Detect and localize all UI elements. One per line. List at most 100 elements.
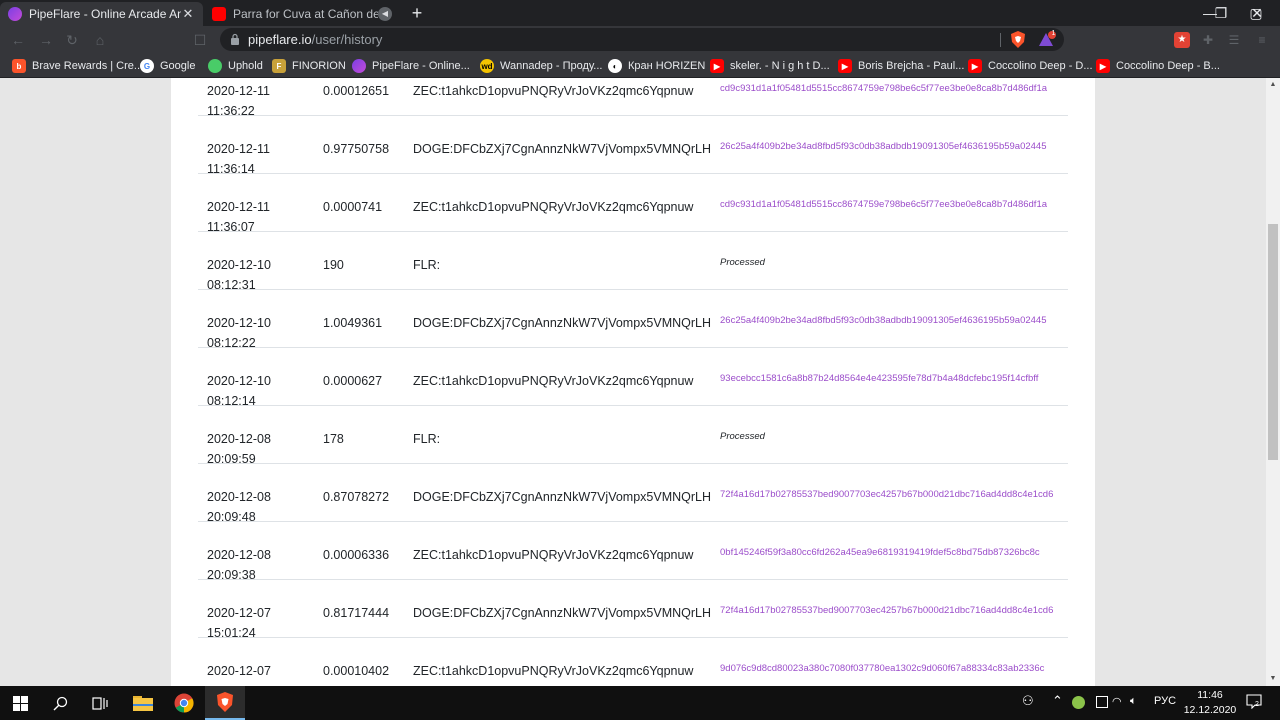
notifications-button[interactable]: 2 [1246, 693, 1264, 711]
history-date: 2020-12-10 [207, 374, 271, 388]
extensions-puzzle-icon[interactable]: ✚ [1200, 32, 1216, 48]
pipeflare-icon [8, 7, 22, 21]
history-txid-link[interactable]: 26c25a4f409b2be34ad8fbd5f93c0db38adbdb19… [720, 314, 1047, 328]
history-address: ZEC:t1ahkcD1opvuPNQRyVrJoVKz2qmc6Yqpnuw [413, 84, 694, 98]
history-row: 2020-12-10 08:12:14 0.0000627 ZEC:t1ahkcD1o… [198, 348, 1068, 408]
brave-lion-icon [217, 692, 233, 712]
history-table: 2020-12-11 11:36:22 0.00012651 ZEC:t1ahkcD1… [198, 78, 1068, 686]
show-hidden-icons-chevron-icon[interactable]: ⌃ [1052, 693, 1063, 709]
bookmarks-bar: b Brave Rewards | Cre... G Google Uphold… [0, 54, 1280, 78]
bookmark-label: Coccolino Deep - D... [988, 60, 1093, 72]
history-address: FLR: [413, 432, 441, 446]
youtube-icon: ▶ [838, 59, 852, 73]
address-bar[interactable]: pipeflare.io/user/history 1 [220, 28, 1064, 51]
history-txid-link[interactable]: 26c25a4f409b2be34ad8fbd5f93c0db38adbdb19… [720, 140, 1047, 154]
brave-lion-icon: b [12, 59, 26, 73]
history-txid-link[interactable]: 0bf145246f59f3a80cc6fd262a45ea9e68193194… [720, 546, 1040, 560]
new-tab-button[interactable]: + [406, 3, 428, 23]
history-datetime: 2020-12-11 11:36:22 [207, 81, 270, 121]
bookmark-youtube-skeler[interactable]: ▶ skeler. - N i g h t D... [710, 58, 830, 74]
bookmark-google[interactable]: G Google [140, 58, 195, 74]
tab-pipeflare[interactable]: PipeFlare - Online Arcade And Ga ✕ [0, 2, 203, 26]
history-amount: 0.87078272 [323, 490, 390, 504]
taskbar-clock[interactable]: 11:46 12.12.2020 [1180, 688, 1240, 718]
history-address: ZEC:t1ahkcD1opvuPNQRyVrJoVKz2qmc6Yqpnuw [413, 374, 694, 388]
mute-tab-icon[interactable]: ◀ [378, 7, 392, 21]
people-icon[interactable]: ⚇ [1022, 693, 1034, 709]
forward-button[interactable]: → [36, 30, 56, 50]
history-txid-link[interactable]: 72f4a16d17b02785537bed9007703ec4257b67b0… [720, 604, 1053, 618]
scroll-up-arrow-icon[interactable]: ▲ [1266, 78, 1280, 92]
speaker-icon[interactable]: 🔈︎ [1130, 695, 1137, 708]
history-txid-link[interactable]: cd9c931d1a1f05481d5515cc8674759e798be6c5… [720, 82, 1047, 96]
history-address: DOGE:DFCbZXj7CgnAnnzNkW7VjVompx5VMNQrLH [413, 142, 711, 156]
history-row: 2020-12-0715:01:13 0.00010402 ZEC:t1ahkcD1… [198, 638, 1068, 686]
history-datetime: 2020-12-08 20:09:38 [207, 545, 271, 585]
taskbar-file-explorer[interactable] [123, 686, 163, 720]
tab-youtube[interactable]: Parra for Cuva at Cañon del Sumid ◀ [204, 2, 400, 26]
bookmark-label: Uphold [228, 60, 263, 72]
chrome-icon [174, 693, 194, 713]
bookmark-page-button[interactable]: ☐ [190, 30, 210, 50]
bookmark-youtube-boris[interactable]: ▶ Boris Brejcha - Paul... [838, 58, 964, 74]
bookmark-label: Google [160, 60, 196, 72]
network-status-icon[interactable] [1096, 696, 1108, 708]
bookmark-pipeflare[interactable]: PipeFlare - Online... [352, 58, 470, 74]
horizen-icon: ◐ [608, 59, 622, 73]
extension-icon[interactable]: ★ [1174, 32, 1190, 48]
history-txid-link[interactable]: 9d076c9d8cd80023a380c7080f037780ea1302c9… [720, 662, 1044, 676]
tray-app-icon[interactable] [1072, 696, 1085, 709]
search-button[interactable] [40, 686, 80, 720]
bookmark-youtube-coccolino-2[interactable]: ▶ Coccolino Deep - B... [1096, 58, 1220, 74]
history-date: 2020-12-07 [207, 606, 271, 620]
bookmark-brave-rewards[interactable]: b Brave Rewards | Cre... [12, 58, 143, 74]
history-datetime: 2020-12-11 11:36:14 [207, 139, 270, 179]
tab-strip: PipeFlare - Online Arcade And Ga ✕ Parra… [0, 0, 1280, 26]
scroll-down-arrow-icon[interactable]: ▼ [1266, 672, 1280, 686]
history-row: 2020-12-07 15:01:24 0.81717444 DOGE:DFCbZXj… [198, 580, 1068, 640]
history-amount: 0.00006336 [323, 548, 390, 562]
youtube-icon: ▶ [710, 59, 724, 73]
task-view-icon [92, 696, 108, 710]
tab-title: PipeFlare - Online Arcade And Ga [29, 7, 181, 21]
back-button[interactable]: ← [8, 30, 28, 50]
wifi-icon[interactable]: ◠ [1112, 695, 1122, 708]
url-host: pipeflare.io [248, 32, 312, 47]
close-tab-icon[interactable]: ✕ [181, 6, 195, 22]
history-address: ZEC:t1ahkcD1opvuPNQRyVrJoVKz2qmc6Yqpnuw [413, 548, 694, 562]
history-txid-link[interactable]: cd9c931d1a1f05481d5515cc8674759e798be6c5… [720, 198, 1047, 212]
menu-icon[interactable]: ≡ [1254, 32, 1270, 48]
bookmark-label: Coccolino Deep - B... [1116, 60, 1220, 72]
history-status: Processed [720, 257, 765, 268]
tab-title: Parra for Cuva at Cañon del Sumid [233, 7, 378, 21]
reading-list-icon[interactable]: ☰ [1226, 32, 1242, 48]
history-address: ZEC:t1ahkcD1opvuPNQRyVrJoVKz2qmc6Yqpnuw [413, 664, 694, 678]
taskbar-brave[interactable] [205, 686, 245, 720]
history-date: 2020-12-08 [207, 548, 271, 562]
taskbar-chrome[interactable] [164, 686, 204, 720]
bookmark-uphold[interactable]: Uphold [208, 58, 263, 74]
bookmark-label: Boris Brejcha - Paul... [858, 60, 965, 72]
home-button[interactable]: ⌂ [90, 30, 110, 50]
bookmark-youtube-coccolino-1[interactable]: ▶ Coccolino Deep - D... [968, 58, 1093, 74]
bookmark-finorion[interactable]: F FINORION [272, 58, 346, 74]
history-date: 2020-12-10 [207, 258, 271, 272]
history-row: 2020-12-11 11:36:07 0.0000741 ZEC:t1ahkcD1o… [198, 174, 1068, 234]
clock-date: 12.12.2020 [1183, 704, 1237, 716]
history-txid-link[interactable]: 72f4a16d17b02785537bed9007703ec4257b67b0… [720, 488, 1053, 502]
history-txid-link[interactable]: 93ecebcc1581c6a8b87b24d8564e4e423595fe78… [720, 372, 1038, 386]
bookmark-wannadep[interactable]: wd Wannadep - Проду... [480, 58, 602, 74]
reload-button[interactable]: ↻ [62, 30, 82, 50]
task-view-button[interactable] [80, 686, 120, 720]
history-row: 2020-12-11 11:36:22 0.00012651 ZEC:t1ahkcD1… [198, 78, 1068, 118]
url-path: /user/history [311, 32, 383, 47]
close-window-button[interactable]: ✕ [1234, 0, 1280, 26]
google-icon: G [140, 59, 154, 73]
page-scrollbar[interactable]: ▲ ▼ [1266, 78, 1280, 686]
bookmark-horizen[interactable]: ◐ Кран HORIZEN [608, 58, 705, 74]
history-date: 2020-12-08 [207, 490, 271, 504]
input-language[interactable]: РУС [1154, 695, 1176, 707]
scrollbar-thumb[interactable] [1268, 224, 1278, 460]
start-button[interactable] [0, 686, 40, 720]
brave-shields-icon[interactable] [1010, 31, 1026, 48]
